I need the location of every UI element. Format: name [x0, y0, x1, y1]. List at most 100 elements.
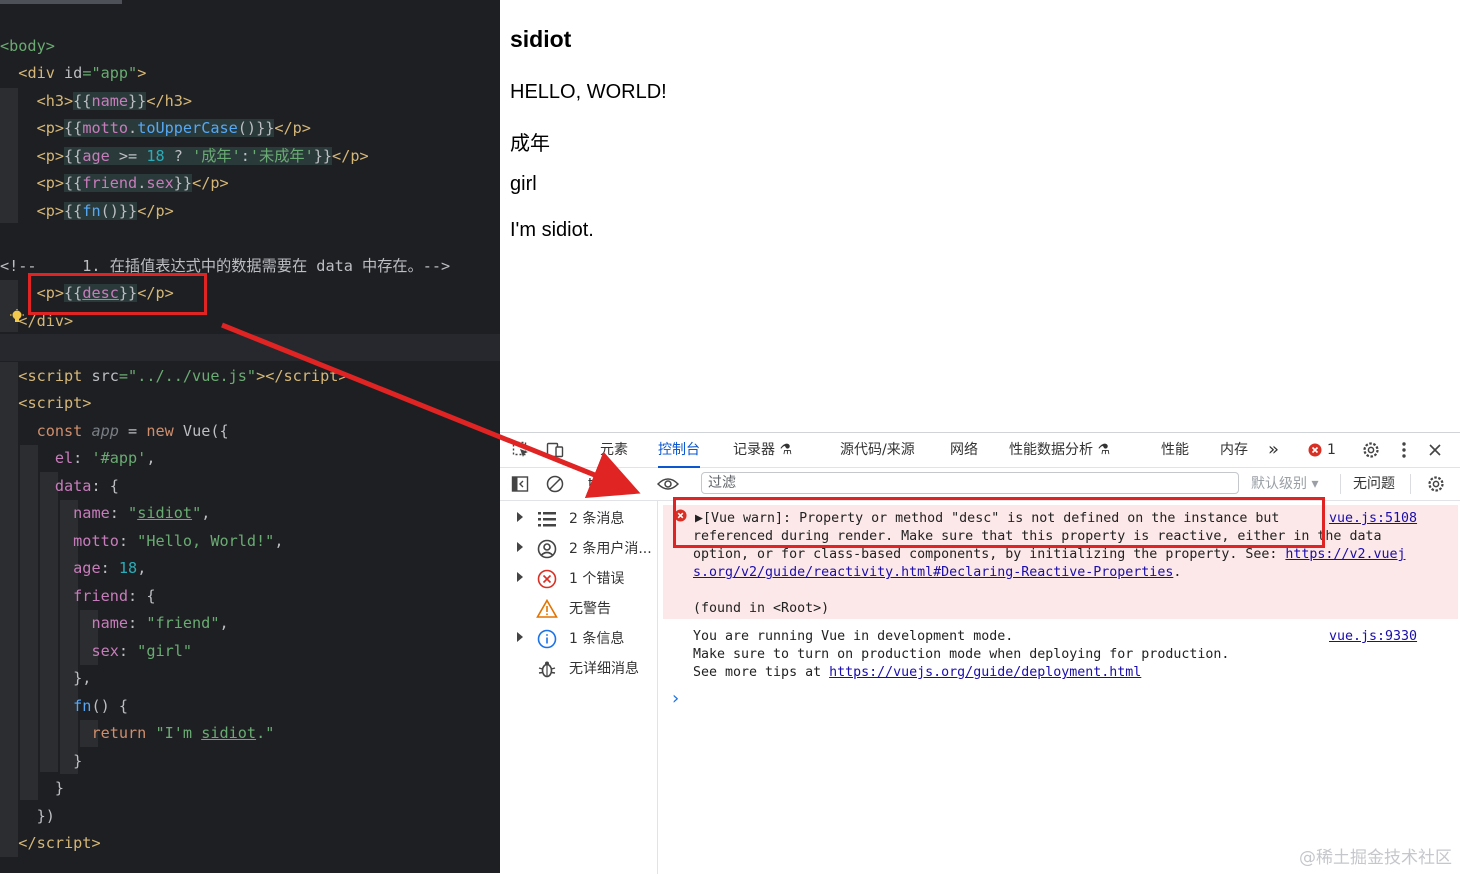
sidebar-item-label: 无警告 [569, 601, 611, 617]
source-link[interactable]: vue.js:5108 [1329, 510, 1417, 528]
watermark: @稀土掘金技术社区 [1299, 848, 1452, 868]
user-icon [537, 539, 557, 559]
code-line: <p>{{age >= 18 ? '成年':'未成年'}}</p> [36, 147, 369, 165]
close-icon[interactable] [1425, 433, 1445, 467]
error-line: (found in <Root>) [693, 601, 830, 616]
code-line: return "I'm sidiot." [91, 724, 275, 742]
horizontal-scrollbar[interactable] [0, 0, 122, 4]
code-line: motto: "Hello, World!", [73, 532, 284, 550]
code-line: }) [0, 807, 55, 825]
device-toggle-icon[interactable] [542, 433, 568, 467]
tab-elements[interactable]: 元素 [600, 433, 628, 467]
code-line: name: "sidiot", [73, 504, 211, 522]
sidebar-item-verbose[interactable]: 无详细消息 [500, 654, 657, 684]
expand-arrow-icon [517, 632, 523, 642]
console-settings-icon[interactable] [1424, 468, 1448, 500]
code-line: <script> [18, 394, 92, 412]
code-line: }, [0, 669, 92, 687]
code-line: age: 18, [73, 559, 147, 577]
code-line: } [0, 779, 65, 797]
console-output[interactable]: ▶[Vue warn]: Property or method "desc" i… [658, 501, 1460, 874]
error-icon [537, 569, 557, 589]
page-heading: sidiot [510, 26, 572, 52]
tab-memory[interactable]: 内存 [1220, 433, 1248, 467]
motto-paragraph: HELLO, WORLD! [510, 81, 667, 103]
source-link[interactable]: vue.js:9330 [1329, 628, 1417, 646]
tab-sources[interactable]: 源代码/来源 [840, 433, 915, 467]
sidebar-item-info[interactable]: 1 条信息 [500, 624, 657, 654]
flask-icon: ⚗ [1097, 442, 1111, 458]
more-tabs-button[interactable]: » [1268, 433, 1279, 467]
expand-arrow-icon [517, 512, 523, 522]
info-line: You are running Vue in development mode. [693, 629, 1014, 644]
sidebar-item-warnings[interactable]: 无警告 [500, 594, 657, 624]
tab-recorder[interactable]: 记录器 ⚗ [733, 433, 792, 467]
context-selector[interactable]: top [588, 468, 611, 500]
eye-icon[interactable] [655, 468, 681, 500]
toolbar-divider [1340, 474, 1341, 494]
sidebar-item-errors[interactable]: 1 个错误 [500, 564, 657, 594]
clear-console-icon[interactable] [544, 468, 566, 500]
code-line: el: '#app', [54, 449, 156, 467]
info-line: See more tips at https://vuejs.org/guide… [693, 664, 1141, 682]
code-line: <h3>{{name}}</h3> [36, 92, 193, 110]
current-line-highlight [0, 334, 500, 361]
sidebar-item-messages[interactable]: 2 条消息 [500, 504, 657, 534]
annotation-box [673, 497, 1325, 548]
sidebar-item-user-messages[interactable]: 2 条用户消... [500, 534, 657, 564]
console-prompt[interactable]: › [672, 688, 679, 709]
sidebar-item-label: 1 条信息 [569, 631, 625, 647]
code-line: } [0, 752, 83, 770]
code-line: name: "friend", [91, 614, 229, 632]
info-icon [537, 629, 557, 649]
kebab-menu-icon[interactable] [1395, 433, 1413, 467]
log-level-dropdown[interactable]: 默认级别 ▾ [1251, 468, 1318, 500]
sidebar-item-label: 2 条用户消... [569, 541, 652, 557]
reactivity-doc-link-cont[interactable]: s.org/v2/guide/reactivity.html#Declaring… [693, 565, 1173, 580]
code-line: sex: "girl" [91, 642, 193, 660]
browser-viewport: sidiot HELLO, WORLD! 成年 girl I'm sidiot. [500, 0, 1460, 432]
filter-input[interactable]: 过滤 [701, 472, 1239, 494]
console-sidebar: 2 条消息 2 条用户消... 1 个错误 无警告 1 条信息 无详细消息 [500, 501, 658, 874]
error-line: s.org/v2/guide/reactivity.html#Declaring… [693, 564, 1181, 582]
code-editor[interactable]: <body> <div id="app"> <h3>{{name}}</h3> … [0, 0, 500, 873]
error-text: option, or for class-based components, b… [693, 547, 1286, 562]
reactivity-doc-link[interactable]: https://v2.vuej [1285, 547, 1405, 562]
expand-arrow-icon [517, 542, 523, 552]
code-line: <p>{{motto.toUpperCase()}}</p> [36, 119, 311, 137]
code-line: <p>{{fn()}}</p> [36, 202, 174, 220]
devtools-tabbar: 元素 控制台 记录器 ⚗ 源代码/来源 网络 性能数据分析 ⚗ 性能 内存 » … [500, 433, 1460, 468]
warning-icon [536, 598, 558, 618]
expand-arrow-icon [517, 572, 523, 582]
tab-performance-insights[interactable]: 性能数据分析 ⚗ [1009, 433, 1110, 467]
deployment-doc-link[interactable]: https://vuejs.org/guide/deployment.html [829, 665, 1141, 680]
code-line: </script> [18, 834, 101, 852]
age-paragraph: 成年 [510, 133, 550, 155]
sidebar-item-label: 无详细消息 [569, 661, 639, 677]
error-count: 1 [1327, 442, 1336, 458]
inspect-element-icon[interactable] [508, 433, 534, 467]
tab-console[interactable]: 控制台 [658, 433, 700, 468]
tab-recorder-label: 记录器 [733, 442, 775, 458]
code-line: <body> [0, 37, 55, 55]
tab-perf-insights-label: 性能数据分析 [1009, 442, 1093, 458]
settings-gear-icon[interactable] [1358, 433, 1384, 467]
code-line: data: { [54, 477, 119, 495]
bug-icon [538, 661, 556, 678]
tab-performance[interactable]: 性能 [1161, 433, 1189, 467]
sidebar-item-label: 1 个错误 [569, 571, 625, 587]
code-line: const app = new Vue({ [36, 422, 229, 440]
lightbulb-icon[interactable] [9, 309, 25, 325]
issues-button[interactable]: 无问题 [1353, 468, 1395, 500]
code-line: friend: { [73, 587, 156, 605]
info-text: See more tips at [693, 665, 830, 680]
flask-icon: ⚗ [779, 442, 793, 458]
sidebar-toggle-icon[interactable] [509, 468, 531, 500]
error-counter[interactable]: 1 [1304, 433, 1340, 467]
list-icon [538, 512, 556, 527]
code-line: fn() { [73, 697, 129, 715]
tab-network[interactable]: 网络 [950, 433, 978, 467]
code-line: <script src="../../vue.js"></script> [18, 367, 348, 385]
code-line: <div id="app"> [18, 64, 147, 82]
fn-paragraph: I'm sidiot. [510, 219, 594, 241]
